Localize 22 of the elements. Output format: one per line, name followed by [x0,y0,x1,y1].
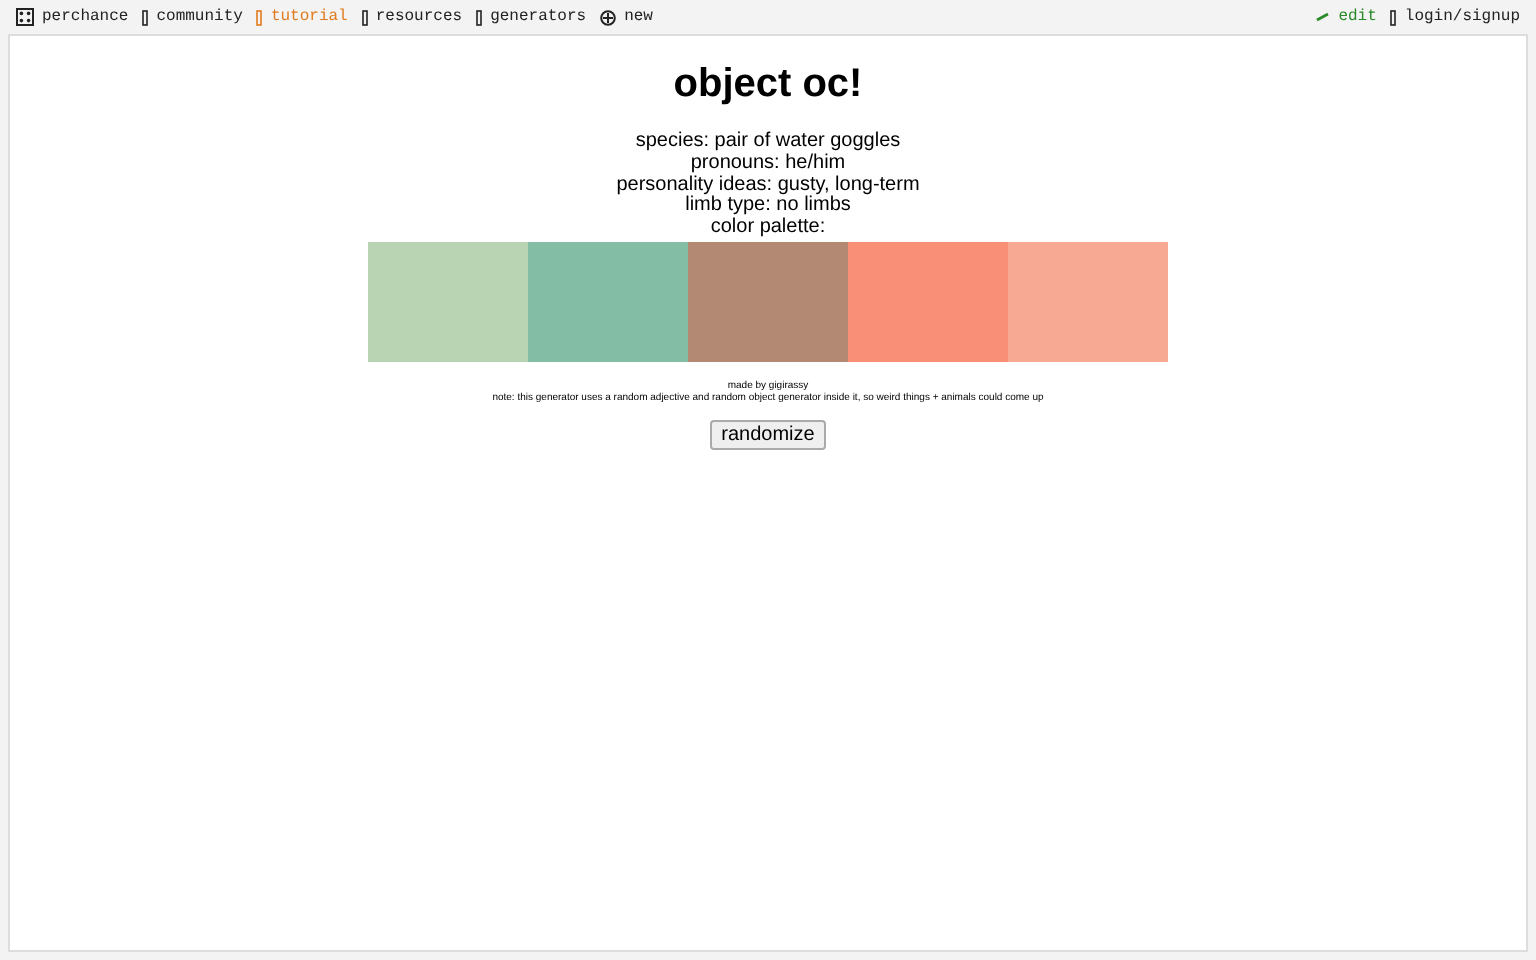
page-title: object oc! [673,62,863,108]
detail-line: color palette: [708,218,828,240]
missing-glyph-icon [256,9,263,25]
nav-link[interactable]: new [600,8,653,26]
detail-line: pronouns: he/him [690,153,848,174]
randomize-button[interactable]: randomize [709,419,827,450]
detail-line: species: pair of water goggles [633,132,903,153]
pencil-icon [1316,12,1331,22]
nav-link[interactable]: login/signup [1390,8,1520,26]
detail-line: limb type: no limbs [685,196,851,218]
missing-glyph-icon [361,9,368,25]
missing-glyph-icon [142,9,149,25]
nav-link[interactable]: community [142,8,243,26]
nav-link[interactable]: perchance [16,8,129,26]
nav-link[interactable]: edit [1316,8,1377,26]
nav-link[interactable]: generators [476,8,587,26]
plus-icon [600,9,617,25]
detail-line: personality ideas: gusty, long-term [616,175,920,196]
dice-icon [16,8,34,26]
nav-link[interactable]: resources [361,8,463,26]
missing-glyph-icon [476,9,483,25]
missing-glyph-icon [1390,9,1397,25]
